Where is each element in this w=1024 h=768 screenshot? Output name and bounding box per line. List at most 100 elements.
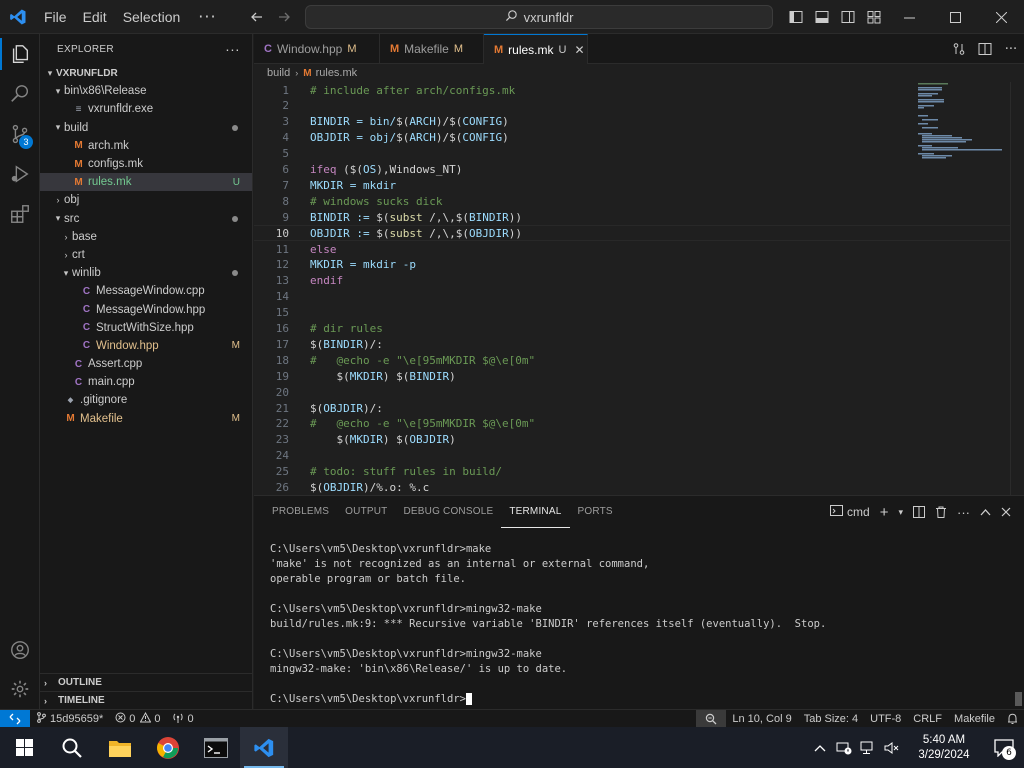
ports-status[interactable]: 0 — [166, 710, 199, 728]
tree-item[interactable]: ◆ .gitignore — [40, 391, 252, 409]
tree-item[interactable]: C MessageWindow.cpp — [40, 282, 252, 300]
command-center-search[interactable]: vxrunfldr — [305, 5, 773, 29]
volume-muted-icon[interactable] — [880, 727, 904, 768]
tree-item-label: MessageWindow.hpp — [96, 303, 206, 316]
line-number: 19 — [275, 369, 289, 383]
explorer-more-icon[interactable]: ··· — [225, 41, 240, 57]
minimize-icon[interactable] — [886, 0, 932, 34]
split-editor-icon[interactable] — [972, 34, 998, 64]
timeline-section[interactable]: › TIMELINE — [40, 691, 253, 709]
tree-item[interactable]: C Assert.cpp — [40, 355, 252, 373]
source-control-icon[interactable]: 3 — [0, 114, 40, 154]
minimap[interactable] — [918, 82, 1008, 172]
breadcrumb-folder[interactable]: build — [267, 67, 290, 79]
panel-more-icon[interactable]: ··· — [952, 496, 975, 528]
windows-start-icon[interactable] — [0, 727, 48, 768]
tree-item[interactable]: ≡ vxrunfldr.exe — [40, 100, 252, 118]
maximize-panel-icon[interactable] — [975, 496, 996, 528]
zoom-search-icon[interactable] — [696, 710, 727, 728]
toggle-secondary-sidebar-icon[interactable] — [835, 0, 861, 34]
tree-item[interactable]: C Window.hpp M — [40, 337, 252, 355]
editor-tab[interactable]: C Window.hpp M — [254, 34, 380, 64]
menu-edit[interactable]: Edit — [75, 0, 115, 34]
system-clock[interactable]: 5:40 AM 3/29/2024 — [904, 733, 984, 763]
taskbar-search-icon[interactable] — [48, 727, 96, 768]
toggle-panel-icon[interactable] — [809, 0, 835, 34]
new-terminal-icon[interactable]: + — [875, 496, 894, 528]
language-mode[interactable]: Makefile — [948, 710, 1001, 728]
tree-item[interactable]: Mrules.mk U — [40, 173, 252, 192]
editor-more-icon[interactable]: ··· — [998, 34, 1024, 64]
notification-center-icon[interactable]: 6 — [984, 727, 1024, 768]
tree-item-label: rules.mk — [88, 176, 132, 189]
network-warning-icon[interactable] — [832, 727, 856, 768]
remote-icon[interactable] — [0, 709, 30, 728]
problems-status[interactable]: 0 0 — [109, 710, 166, 728]
toggle-primary-sidebar-icon[interactable] — [783, 0, 809, 34]
indentation[interactable]: Tab Size: 4 — [798, 710, 864, 728]
menu-file[interactable]: File — [36, 0, 75, 34]
explorer-icon[interactable] — [0, 34, 40, 74]
search-view-icon[interactable] — [0, 74, 40, 114]
chevron-down-icon[interactable]: ▾ — [893, 496, 908, 528]
show-hidden-icons-chevron-icon[interactable] — [808, 727, 832, 768]
notifications-bell-icon[interactable] — [1001, 710, 1024, 728]
run-debug-icon[interactable] — [0, 154, 40, 194]
chrome-icon[interactable] — [144, 727, 192, 768]
close-panel-icon[interactable] — [996, 496, 1016, 528]
more-menus-icon[interactable]: ··· — [188, 7, 226, 26]
tree-item[interactable]: › base — [40, 228, 252, 246]
close-window-icon[interactable] — [978, 0, 1024, 34]
vscode-logo-icon[interactable] — [0, 0, 36, 34]
cursor-position[interactable]: Ln 10, Col 9 — [726, 710, 797, 728]
code-editor[interactable]: 1 # include after arch/configs.mk 2 3 BINDIR… — [254, 82, 1024, 495]
menu-selection[interactable]: Selection — [115, 0, 189, 34]
extensions-icon[interactable] — [0, 194, 40, 234]
tree-item[interactable]: C StructWithSize.hpp — [40, 319, 252, 337]
close-tab-icon[interactable]: ✕ — [574, 43, 584, 57]
vscode-taskbar-icon[interactable] — [240, 727, 288, 768]
tree-item[interactable]: ▾ bin\x86\Release — [40, 82, 252, 100]
accounts-icon[interactable] — [0, 630, 40, 670]
panel-tab[interactable]: PORTS — [570, 496, 621, 528]
tree-item[interactable]: ▾ build — [40, 119, 252, 137]
terminal-prompt-line[interactable]: C:\Users\vm5\Desktop\vxrunfldr> — [270, 692, 826, 707]
settings-gear-icon[interactable] — [0, 669, 40, 709]
terminal-scrollbar[interactable] — [1015, 692, 1022, 706]
encoding[interactable]: UTF-8 — [864, 710, 907, 728]
end-of-line[interactable]: CRLF — [907, 710, 948, 728]
tree-item[interactable]: ▾ winlib — [40, 264, 252, 282]
network-icon[interactable] — [856, 727, 880, 768]
split-terminal-icon[interactable] — [908, 496, 930, 528]
panel-tab[interactable]: TERMINAL — [501, 496, 570, 528]
open-changes-icon[interactable] — [946, 34, 972, 64]
branch-status[interactable]: 15d95659* — [30, 710, 109, 728]
tree-item[interactable]: March.mk — [40, 137, 252, 155]
file-explorer-icon[interactable] — [96, 727, 144, 768]
customize-layout-icon[interactable] — [861, 0, 887, 34]
tree-item[interactable]: › obj — [40, 191, 252, 209]
panel-tab[interactable]: OUTPUT — [337, 496, 395, 528]
terminal-output[interactable]: C:\Users\vm5\Desktop\vxrunfldr>make 'make… — [270, 542, 826, 707]
workspace-root[interactable]: ▾ VXRUNFLDR — [40, 64, 252, 82]
panel-tab[interactable]: PROBLEMS — [264, 496, 337, 528]
trash-icon[interactable] — [930, 496, 952, 528]
tree-item[interactable]: Cmain.cpp — [40, 373, 252, 391]
panel-tab[interactable]: DEBUG CONSOLE — [395, 496, 501, 528]
line-number: 24 — [275, 449, 289, 463]
editor-scrollbar[interactable] — [1010, 82, 1024, 495]
tree-item[interactable]: › crt — [40, 246, 252, 264]
tree-item[interactable]: M Makefile M — [40, 410, 252, 428]
breadcrumb-file[interactable]: rules.mk — [316, 67, 358, 79]
terminal-shell-selector[interactable]: cmd — [825, 496, 875, 528]
editor-tab[interactable]: M Makefile M — [380, 34, 484, 64]
tree-item[interactable]: ▾ src — [40, 210, 252, 228]
tree-item[interactable]: C MessageWindow.hpp — [40, 300, 252, 318]
tree-item[interactable]: Mconfigs.mk — [40, 155, 252, 173]
maximize-icon[interactable] — [932, 0, 978, 34]
back-arrow-icon[interactable] — [243, 0, 271, 34]
outline-section[interactable]: › OUTLINE — [40, 673, 253, 691]
command-prompt-icon[interactable] — [192, 727, 240, 768]
editor-tab[interactable]: Mrules.mk U ✕ — [484, 34, 588, 64]
forward-arrow-icon[interactable] — [270, 0, 298, 34]
